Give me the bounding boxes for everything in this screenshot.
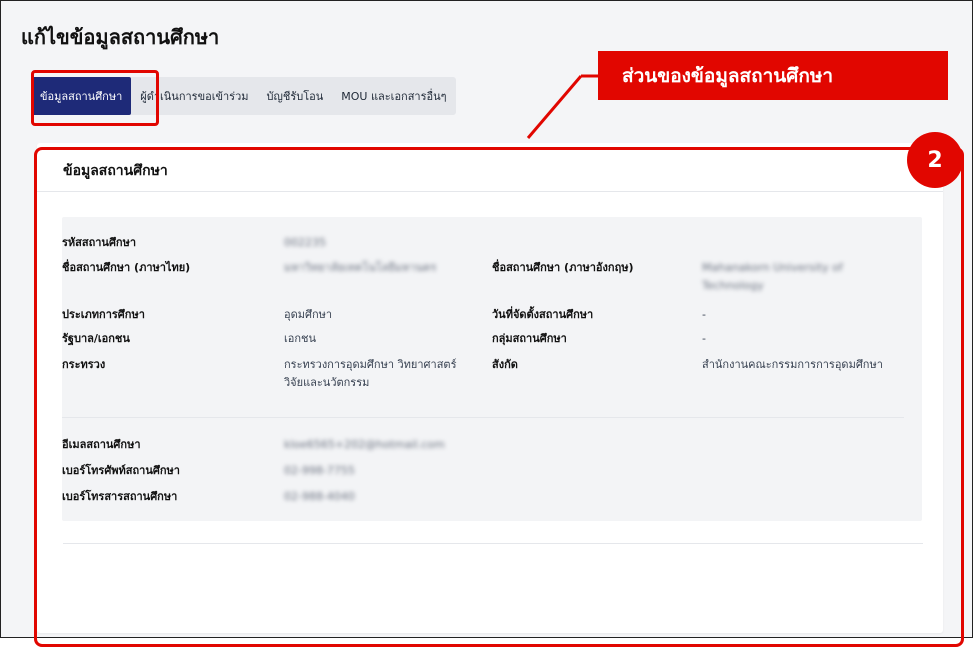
section-highlight-box bbox=[34, 147, 964, 647]
screenshot-frame: แก้ไขข้อมูลสถานศึกษา ข้อมูลสถานศึกษา ผู้… bbox=[0, 0, 973, 647]
page-title: แก้ไขข้อมูลสถานศึกษา bbox=[21, 25, 220, 49]
tab-transfer-account[interactable]: บัญชีรับโอน bbox=[258, 77, 333, 115]
active-tab-highlight bbox=[31, 70, 159, 126]
annotation-callout: ส่วนของข้อมูลสถานศึกษา bbox=[598, 51, 948, 100]
step-number-badge: 2 bbox=[907, 132, 963, 188]
tab-mou-documents[interactable]: MOU และเอกสารอื่นๆ bbox=[332, 77, 455, 115]
